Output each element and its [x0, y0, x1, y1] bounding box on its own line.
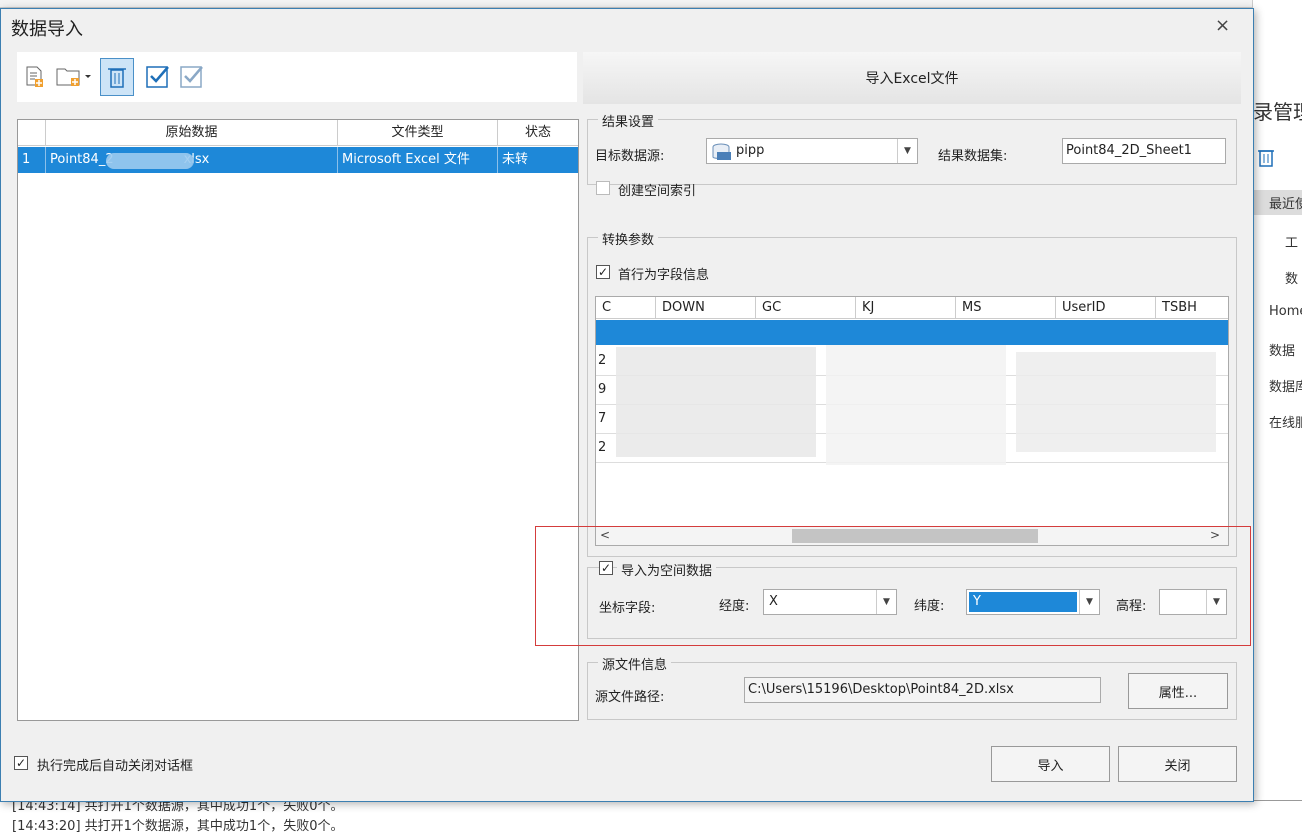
invert-selection-button[interactable]: [177, 60, 207, 92]
row-file-type: Microsoft Excel 文件: [338, 147, 498, 173]
table-row[interactable]: 1 Point84_2 xlsx Microsoft Excel 文件 未转: [18, 147, 578, 173]
chevron-down-icon[interactable]: ▼: [897, 139, 917, 163]
add-file-icon: [26, 66, 43, 87]
grid-column-header[interactable]: C: [596, 297, 656, 319]
file-name-start: Point84_2: [50, 152, 114, 167]
source-path-label: 源文件路径:: [595, 690, 665, 705]
auto-close-checkbox[interactable]: ✓: [14, 756, 28, 770]
add-file-button[interactable]: [19, 60, 49, 92]
result-dataset-label: 结果数据集:: [938, 149, 1008, 164]
catalog-item-database[interactable]: 数据库: [1269, 376, 1302, 395]
catalog-delete-icon[interactable]: [1255, 146, 1277, 172]
selected-preview-row[interactable]: [596, 320, 1228, 345]
grid-column-header[interactable]: DOWN: [656, 297, 756, 319]
check-all-icon: [146, 66, 169, 88]
file-toolbar: [17, 52, 577, 102]
row-first-cell: 2: [598, 353, 607, 368]
data-import-dialog: 数据导入 × 导入Excel文件 原始数据 文件类型 状态 1 Point84_…: [0, 8, 1254, 802]
auto-close-label: 执行完成后自动关闭对话框: [37, 759, 194, 774]
catalog-item-online[interactable]: 在线服: [1269, 412, 1302, 431]
source-file-list[interactable]: 原始数据 文件类型 状态 1 Point84_2 xlsx Microsoft E…: [17, 119, 579, 721]
select-all-button[interactable]: [143, 60, 173, 92]
delete-button[interactable]: [100, 58, 134, 96]
grid-column-header[interactable]: GC: [756, 297, 856, 319]
catalog-item-home[interactable]: Home: [1269, 304, 1302, 319]
header-source[interactable]: 原始数据: [46, 120, 338, 146]
dialog-title: 数据导入: [11, 19, 83, 40]
header-file-type[interactable]: 文件类型: [338, 120, 498, 146]
conversion-params-title: 转换参数: [598, 229, 659, 248]
background-catalog-panel: 录管理 最近使 工 数 Home 数据 数据库 在线服: [1252, 0, 1302, 800]
highlight-box: [535, 526, 1251, 646]
import-type-header: 导入Excel文件: [583, 52, 1241, 104]
grid-column-header[interactable]: MS: [956, 297, 1056, 319]
source-path-input[interactable]: C:\Users\15196\Desktop\Point84_2D.xlsx: [744, 677, 1101, 703]
background-app-toolbar: [0, 0, 1302, 8]
spatial-index-label: 创建空间索引: [618, 184, 697, 199]
redaction-mosaic: [616, 347, 816, 457]
header-status[interactable]: 状态: [498, 120, 578, 146]
catalog-item-data[interactable]: 数据: [1269, 340, 1295, 359]
grid-column-header[interactable]: TSBH: [1156, 297, 1228, 319]
grid-column-header[interactable]: UserID: [1056, 297, 1156, 319]
properties-button[interactable]: 属性...: [1128, 673, 1228, 709]
grid-column-header[interactable]: KJ: [856, 297, 956, 319]
log-line: [14:43:20] 共打开1个数据源，其中成功1个，失败0个。: [12, 819, 344, 832]
import-button[interactable]: 导入: [991, 746, 1110, 782]
row-first-cell: 7: [598, 411, 607, 426]
preview-grid[interactable]: C DOWN GC KJ MS UserID TSBH 2 9 7 2 < >: [595, 296, 1229, 546]
catalog-title: 录管理: [1253, 100, 1302, 124]
check-inverse-icon: [180, 66, 203, 88]
row-first-cell: 2: [598, 440, 607, 455]
add-folder-button[interactable]: [53, 60, 93, 92]
source-info-title: 源文件信息: [598, 654, 672, 673]
udbx-icon: [711, 143, 731, 165]
catalog-item-workspace[interactable]: 工: [1285, 232, 1298, 251]
output-log: [14:43:14] 共打开1个数据源，其中成功1个，失败0个。 [14:43:…: [0, 799, 1302, 832]
target-datasource-label: 目标数据源:: [595, 149, 665, 164]
spatial-index-checkbox[interactable]: [596, 181, 610, 195]
file-list-header: 原始数据 文件类型 状态: [18, 120, 578, 146]
first-row-header-label: 首行为字段信息: [618, 268, 710, 283]
row-index: 1: [18, 147, 46, 173]
redaction-blur: [106, 153, 194, 169]
catalog-item-datasource[interactable]: 数: [1285, 268, 1298, 287]
redaction-mosaic: [826, 345, 1006, 465]
redaction-mosaic: [1016, 352, 1216, 452]
target-datasource-select[interactable]: pipp ▼: [706, 138, 918, 164]
header-index: [18, 120, 46, 146]
add-folder-icon: [56, 68, 91, 86]
close-icon[interactable]: ×: [1215, 15, 1230, 36]
first-row-header-checkbox[interactable]: ✓: [596, 265, 610, 279]
catalog-item-recent[interactable]: 最近使: [1253, 190, 1302, 215]
trash-icon: [108, 68, 126, 88]
row-status: 未转: [502, 152, 529, 167]
target-datasource-value: pipp: [736, 143, 765, 158]
row-first-cell: 9: [598, 382, 607, 397]
close-button[interactable]: 关闭: [1118, 746, 1237, 782]
result-settings-title: 结果设置: [598, 111, 659, 130]
result-dataset-input[interactable]: Point84_2D_Sheet1: [1062, 138, 1226, 164]
